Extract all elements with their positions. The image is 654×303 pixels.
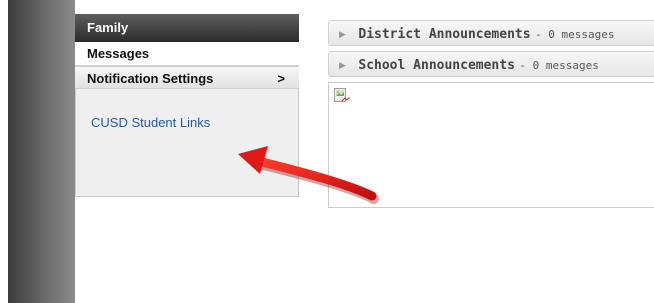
nav-item-notification-settings[interactable]: Notification Settings >	[75, 66, 299, 89]
district-announcements-title: District Announcements	[358, 27, 531, 42]
left-rail	[8, 0, 75, 303]
nav-item-notification-settings-label: Notification Settings	[87, 71, 214, 86]
school-announcements-title: School Announcements	[358, 58, 515, 73]
nav-item-messages-label: Messages	[87, 46, 150, 61]
school-announcements-count: - 0 messages	[519, 59, 599, 72]
district-announcements-count: - 0 messages	[535, 28, 615, 41]
nav-item-family[interactable]: Family	[75, 14, 299, 42]
triangle-right-icon: ▶	[339, 60, 346, 70]
school-announcements-header[interactable]: ▶ School Announcements - 0 messages	[328, 51, 654, 77]
nav-item-messages[interactable]: Messages	[75, 42, 299, 66]
nav-item-family-label: Family	[87, 20, 129, 35]
side-nav: Family Messages Notification Settings > …	[75, 14, 299, 197]
links-panel: CUSD Student Links	[75, 89, 299, 197]
chevron-right-icon: >	[277, 71, 285, 86]
broken-image-icon	[334, 88, 350, 102]
announcements-list: ▶ District Announcements - 0 messages ▶ …	[328, 20, 654, 82]
content-frame	[328, 82, 654, 208]
district-announcements-header[interactable]: ▶ District Announcements - 0 messages	[328, 20, 654, 46]
cusd-student-links-link[interactable]: CUSD Student Links	[91, 115, 210, 130]
triangle-right-icon: ▶	[339, 29, 346, 39]
